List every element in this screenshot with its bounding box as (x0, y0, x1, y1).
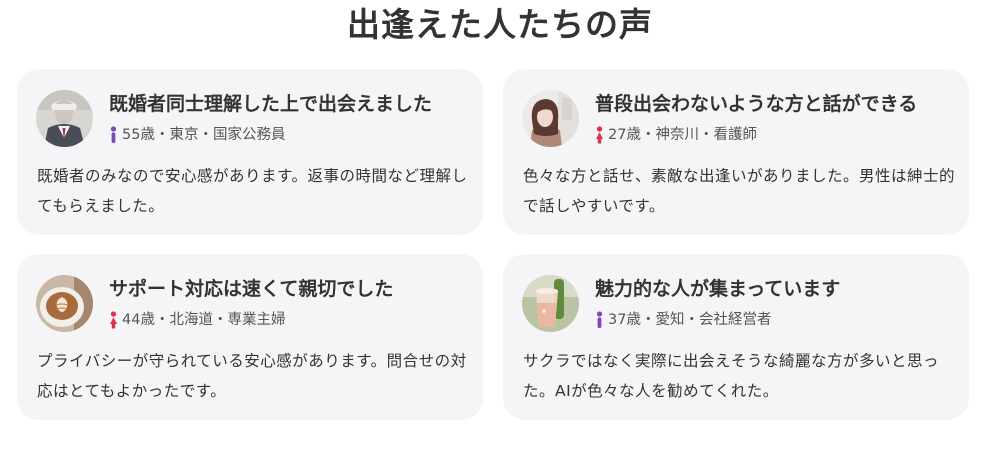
testimonial-body: プライバシーが守られている安心感があります。問合せの対応はとてもよかったです。 (37, 352, 467, 400)
drink-glass-avatar (522, 275, 579, 332)
male-icon (595, 311, 604, 329)
male-icon (109, 126, 118, 144)
testimonial-meta-text: 37歳・愛知・会社経営者 (608, 312, 772, 328)
testimonial-meta-text: 44歳・北海道・専業主婦 (122, 312, 286, 328)
testimonial-body: サクラではなく実際に出会えそうな綺麗な方が多いと思った。AIが色々な人を勧めてく… (523, 352, 940, 400)
testimonial-body: 既婚者のみなので安心感があります。返事の時間など理解してもらえました。 (37, 167, 468, 215)
testimonial-meta: 27歳・神奈川・看護師 (595, 124, 757, 146)
testimonial-meta-text: 55歳・東京・国家公務員 (122, 127, 286, 143)
testimonial-title: 既婚者同士理解した上で出会えました (109, 93, 433, 115)
testimonial-meta-text: 27歳・神奈川・看護師 (608, 127, 757, 143)
testimonial-card: 普段出会わないような方と話ができる 27歳・神奈川・看護師 色々な方と話せ、素敵… (503, 69, 969, 235)
female-icon (109, 311, 118, 329)
testimonial-title: サポート対応は速くて親切でした (109, 278, 394, 300)
latte-art-avatar (36, 275, 93, 332)
testimonial-meta: 55歳・東京・国家公務員 (109, 124, 285, 146)
testimonial-card: 魅力的な人が集まっています 37歳・愛知・会社経営者 サクラではなく実際に出会え… (503, 254, 969, 420)
testimonial-meta: 44歳・北海道・専業主婦 (109, 309, 285, 331)
woman-portrait-avatar (522, 90, 579, 147)
testimonial-card: 既婚者同士理解した上で出会えました 55歳・東京・国家公務員 既婚者のみなので安… (17, 69, 483, 235)
testimonials-section: 出逢えた人たちの声 既婚者同士理解した上で出会えました 55歳・東京・国家公務員… (0, 0, 1000, 476)
man-in-suit-avatar (36, 90, 93, 147)
testimonial-card: サポート対応は速くて親切でした 44歳・北海道・専業主婦 プライバシーが守られて… (17, 254, 483, 420)
female-icon (595, 126, 604, 144)
section-title: 出逢えた人たちの声 (347, 5, 653, 44)
testimonial-body: 色々な方と話せ、素敵な出逢いがありました。男性は紳士的で話しやすいです。 (523, 167, 956, 215)
testimonial-title: 魅力的な人が集まっています (595, 278, 841, 300)
testimonial-meta: 37歳・愛知・会社経営者 (595, 309, 771, 331)
testimonial-title: 普段出会わないような方と話ができる (595, 93, 918, 115)
